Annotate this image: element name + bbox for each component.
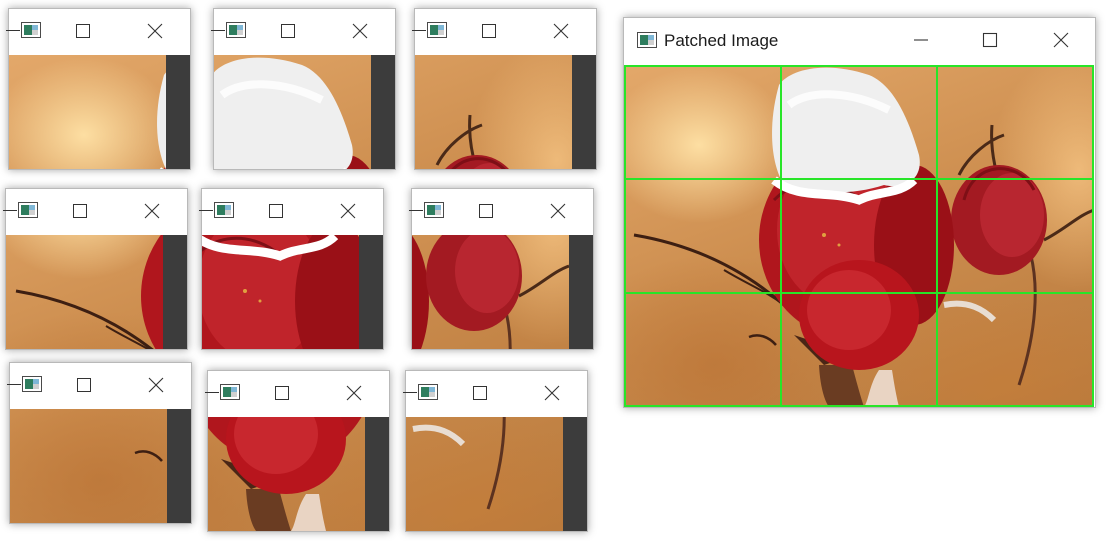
patch-window-7[interactable] (7, 362, 192, 524)
maximize-icon[interactable] (72, 373, 96, 397)
close-icon[interactable] (1049, 28, 1073, 52)
grid-line-horizontal (624, 178, 1094, 180)
patch-image (412, 235, 593, 349)
close-icon[interactable] (144, 373, 168, 397)
window-titlebar[interactable] (211, 9, 395, 55)
decorative-line (409, 210, 423, 211)
patch-window-5[interactable] (199, 188, 384, 350)
grid-line-horizontal (624, 292, 1094, 294)
maximize-icon[interactable] (68, 199, 92, 223)
close-icon[interactable] (540, 381, 564, 405)
close-icon[interactable] (342, 381, 366, 405)
window-titlebar[interactable] (205, 371, 389, 417)
patch-image (9, 55, 190, 169)
close-icon[interactable] (143, 19, 167, 43)
image-app-icon (226, 22, 246, 38)
patch-image (6, 235, 187, 349)
rose-photo (10, 409, 191, 523)
decorative-line (3, 210, 17, 211)
window-titlebar[interactable] (409, 189, 593, 235)
rose-photo (202, 235, 383, 349)
patch-window-4[interactable] (3, 188, 188, 350)
grid-line-horizontal (624, 65, 1094, 67)
grid-line-vertical (624, 65, 626, 407)
maximize-icon[interactable] (474, 199, 498, 223)
window-titlebar[interactable] (3, 189, 187, 235)
rose-photo (406, 417, 563, 531)
patch-image (10, 409, 191, 523)
grid-line-horizontal (624, 405, 1094, 407)
decorative-line (412, 30, 426, 31)
patch-image (406, 417, 587, 531)
maximize-icon[interactable] (276, 19, 300, 43)
maximize-icon[interactable] (264, 199, 288, 223)
rose-photo (214, 55, 395, 169)
image-app-icon (22, 376, 42, 392)
rose-photo (208, 417, 389, 531)
patch-window-6[interactable] (409, 188, 594, 350)
rose-photo (9, 55, 190, 169)
rose-photo (624, 65, 1094, 407)
image-app-icon (220, 384, 240, 400)
patch-image (214, 55, 395, 169)
decorative-line (6, 30, 20, 31)
patched-image-canvas (624, 65, 1095, 407)
window-title: Patched Image (664, 31, 779, 50)
maximize-icon[interactable] (468, 381, 492, 405)
patch-window-1[interactable] (6, 8, 191, 170)
image-app-icon (214, 202, 234, 218)
image-app-icon (424, 202, 444, 218)
window-titlebar[interactable] (199, 189, 383, 235)
close-icon[interactable] (546, 199, 570, 223)
decorative-line (205, 392, 219, 393)
close-icon[interactable] (140, 199, 164, 223)
minimize-icon[interactable] (909, 28, 933, 52)
window-titlebar[interactable] (6, 9, 190, 55)
maximize-icon[interactable] (978, 28, 1002, 52)
image-app-icon (21, 22, 41, 38)
maximize-icon[interactable] (270, 381, 294, 405)
window-titlebar[interactable]: Patched Image (624, 18, 1095, 65)
window-titlebar[interactable] (403, 371, 587, 417)
rose-photo (415, 55, 572, 169)
decorative-line (7, 384, 21, 385)
patch-window-9[interactable] (403, 370, 588, 532)
image-app-icon (637, 32, 657, 48)
maximize-icon[interactable] (477, 19, 501, 43)
rose-photo (412, 235, 569, 349)
close-icon[interactable] (336, 199, 360, 223)
patch-window-8[interactable] (205, 370, 390, 532)
rose-photo (6, 235, 187, 349)
patch-window-2[interactable] (211, 8, 396, 170)
window-titlebar[interactable] (412, 9, 596, 55)
decorative-line (403, 392, 417, 393)
patched-image-window[interactable]: Patched Image (623, 17, 1096, 408)
image-app-icon (427, 22, 447, 38)
image-app-icon (18, 202, 38, 218)
decorative-line (199, 210, 213, 211)
patch-image (202, 235, 383, 349)
close-icon[interactable] (549, 19, 573, 43)
grid-line-vertical (780, 65, 782, 407)
patch-window-3[interactable] (412, 8, 597, 170)
grid-line-vertical (936, 65, 938, 407)
patch-image (208, 417, 389, 531)
maximize-icon[interactable] (71, 19, 95, 43)
window-titlebar[interactable] (7, 363, 191, 409)
close-icon[interactable] (348, 19, 372, 43)
decorative-line (211, 30, 225, 31)
patch-image (415, 55, 596, 169)
grid-line-vertical (1092, 65, 1094, 407)
image-app-icon (418, 384, 438, 400)
